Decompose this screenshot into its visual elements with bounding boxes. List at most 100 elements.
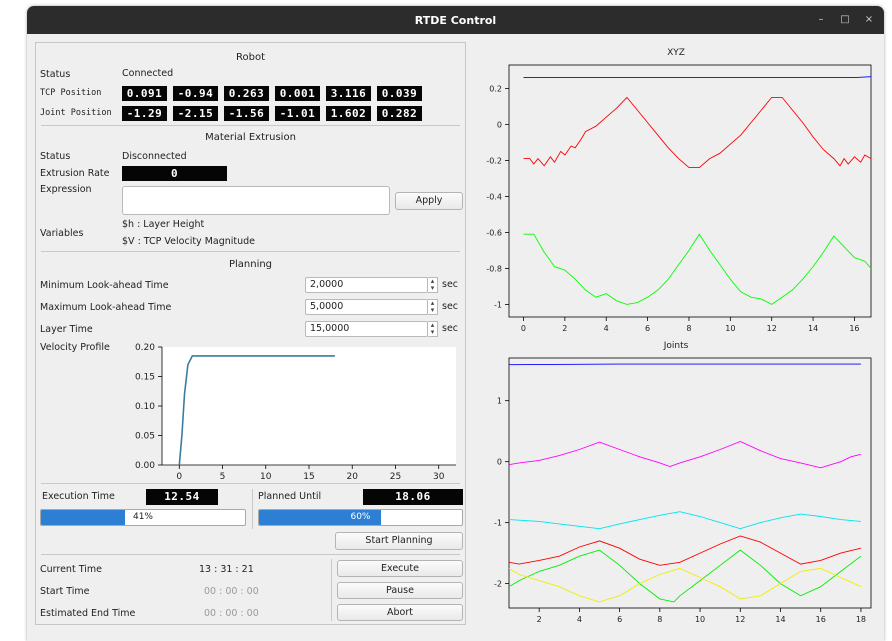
min-lookahead-label: Minimum Look-ahead Time [40, 280, 169, 291]
apply-button[interactable]: Apply [395, 192, 463, 210]
execution-progress-text: 41% [132, 512, 153, 522]
variable-item: $h : Layer Height [122, 219, 205, 230]
x-tick-label: 12 [735, 615, 745, 624]
column-divider [252, 489, 253, 529]
max-lookahead-spinbox[interactable]: 5,0000 [305, 299, 428, 315]
series-line-1 [523, 96, 872, 169]
series-line-4 [508, 549, 862, 603]
title-bar[interactable]: RTDE Control – □ × [27, 6, 884, 34]
joint-value-display: -1.29 [122, 106, 167, 121]
extrusion-rate-label: Extrusion Rate [40, 168, 110, 179]
min-lookahead-spinbox[interactable]: 2,0000 [305, 277, 428, 293]
start-time-label: Start Time [40, 586, 90, 597]
max-lookahead-unit: sec [442, 301, 459, 312]
x-tick-label: 10 [725, 324, 735, 333]
x-tick-label: 4 [604, 324, 609, 333]
y-tick-label: -0.4 [486, 192, 502, 201]
abort-button[interactable]: Abort [337, 604, 463, 621]
joints-plot-title: Joints [663, 341, 689, 351]
joint-value-display: -1.01 [275, 106, 320, 121]
x-tick-label: 8 [686, 324, 691, 333]
maximize-icon[interactable]: □ [837, 12, 853, 28]
x-tick-label: 0 [521, 324, 526, 333]
pause-button[interactable]: Pause [337, 582, 463, 599]
section-divider [41, 554, 460, 555]
y-tick-label: 0.2 [489, 84, 502, 93]
expression-label: Expression [40, 184, 92, 195]
tcp-value-display: 3.116 [326, 86, 371, 101]
extrusion-status-value: Disconnected [122, 151, 187, 162]
plot-frame [508, 357, 872, 609]
plot-area [162, 347, 456, 465]
y-tick-label: 0.20 [135, 343, 155, 353]
tcp-value-display: 0.001 [275, 86, 320, 101]
y-tick-label: -1 [494, 300, 502, 309]
robot-status-value: Connected [122, 68, 174, 79]
spin-arrows-icon[interactable]: ▴ ▾ [428, 277, 438, 293]
joints-chart: 2 4 6 8 10 12 14 16 1810-1-2 [494, 357, 872, 624]
series-line-1 [508, 441, 862, 469]
x-tick-label: 2 [562, 324, 567, 333]
end-time-value: 00 : 00 : 00 [204, 608, 259, 619]
x-tick-label: 30 [433, 472, 445, 482]
section-divider [41, 251, 460, 252]
app-window: RTDE Control – □ × Robot Status Connecte… [27, 6, 884, 641]
velocity-profile-label: Velocity Profile [40, 342, 110, 353]
y-tick-label: 0 [497, 120, 502, 129]
current-time-value: 13 : 31 : 21 [199, 564, 254, 575]
y-tick-label: -0.2 [486, 156, 502, 165]
layer-time-spinbox[interactable]: 15,0000 [305, 321, 428, 337]
tcp-value-display: 0.091 [122, 86, 167, 101]
x-tick-label: 16 [849, 324, 859, 333]
y-tick-label: 1 [497, 397, 502, 406]
y-tick-label: 0 [497, 458, 502, 467]
x-tick-label: 10 [695, 615, 705, 624]
extrusion-status-label: Status [40, 151, 71, 162]
x-tick-label: 14 [775, 615, 785, 624]
y-tick-label: 0.15 [135, 373, 155, 383]
joint-value-display: 1.602 [326, 106, 371, 121]
y-tick-label: -0.6 [486, 228, 502, 237]
execution-time-label: Execution Time [42, 491, 115, 502]
x-tick-label: 20 [347, 472, 359, 482]
series-line-0 [508, 363, 861, 366]
x-tick-label: 18 [856, 615, 866, 624]
y-tick-label: 0.00 [135, 461, 155, 471]
x-tick-label: 16 [816, 615, 826, 624]
x-tick-label: 6 [645, 324, 650, 333]
expression-input[interactable] [122, 186, 390, 215]
plot-frame [508, 64, 872, 318]
joint-value-display: -1.56 [224, 106, 269, 121]
close-icon[interactable]: × [861, 12, 877, 28]
planning-section-title: Planning [228, 259, 273, 270]
x-tick-label: 6 [617, 615, 622, 624]
planned-until-label: Planned Until [258, 491, 322, 502]
minimize-icon[interactable]: – [813, 12, 829, 28]
plots-panel: XYZ 0 2 4 6 8 10 12 14 16 0.2 0 -0.2 -0.4 -0.6 -0.8 -1 … [473, 42, 879, 632]
series-line-2 [523, 233, 872, 305]
series-line-0 [523, 76, 872, 79]
variable-item: $V : TCP Velocity Magnitude [122, 236, 256, 247]
column-divider [331, 559, 332, 621]
spin-arrows-icon[interactable]: ▴ ▾ [428, 321, 438, 337]
y-tick-label: -0.8 [486, 264, 502, 273]
start-planning-button[interactable]: Start Planning [335, 532, 463, 550]
x-tick-label: 2 [537, 615, 542, 624]
spin-arrows-icon[interactable]: ▴ ▾ [428, 299, 438, 315]
x-tick-label: 0 [176, 472, 182, 482]
min-lookahead-unit: sec [442, 279, 459, 290]
robot-status-label: Status [40, 69, 71, 80]
joint-position-label: Joint Position [40, 108, 112, 118]
execute-button[interactable]: Execute [337, 560, 463, 577]
x-tick-label: 4 [577, 615, 582, 624]
x-tick-label: 12 [767, 324, 777, 333]
section-divider [41, 483, 460, 484]
velocity-profile-chart: 0 5 10 15 20 25 30 0.00 0.05 0.10 0.15 0.20 [135, 343, 456, 482]
series-line-5 [508, 567, 862, 603]
joint-value-display: 0.282 [377, 106, 422, 121]
extrusion-section-title: Material Extrusion [205, 132, 296, 143]
xyz-plot-title: XYZ [667, 48, 685, 58]
x-tick-label: 5 [220, 472, 226, 482]
robot-section-title: Robot [235, 52, 265, 63]
series-line-3 [508, 535, 862, 566]
